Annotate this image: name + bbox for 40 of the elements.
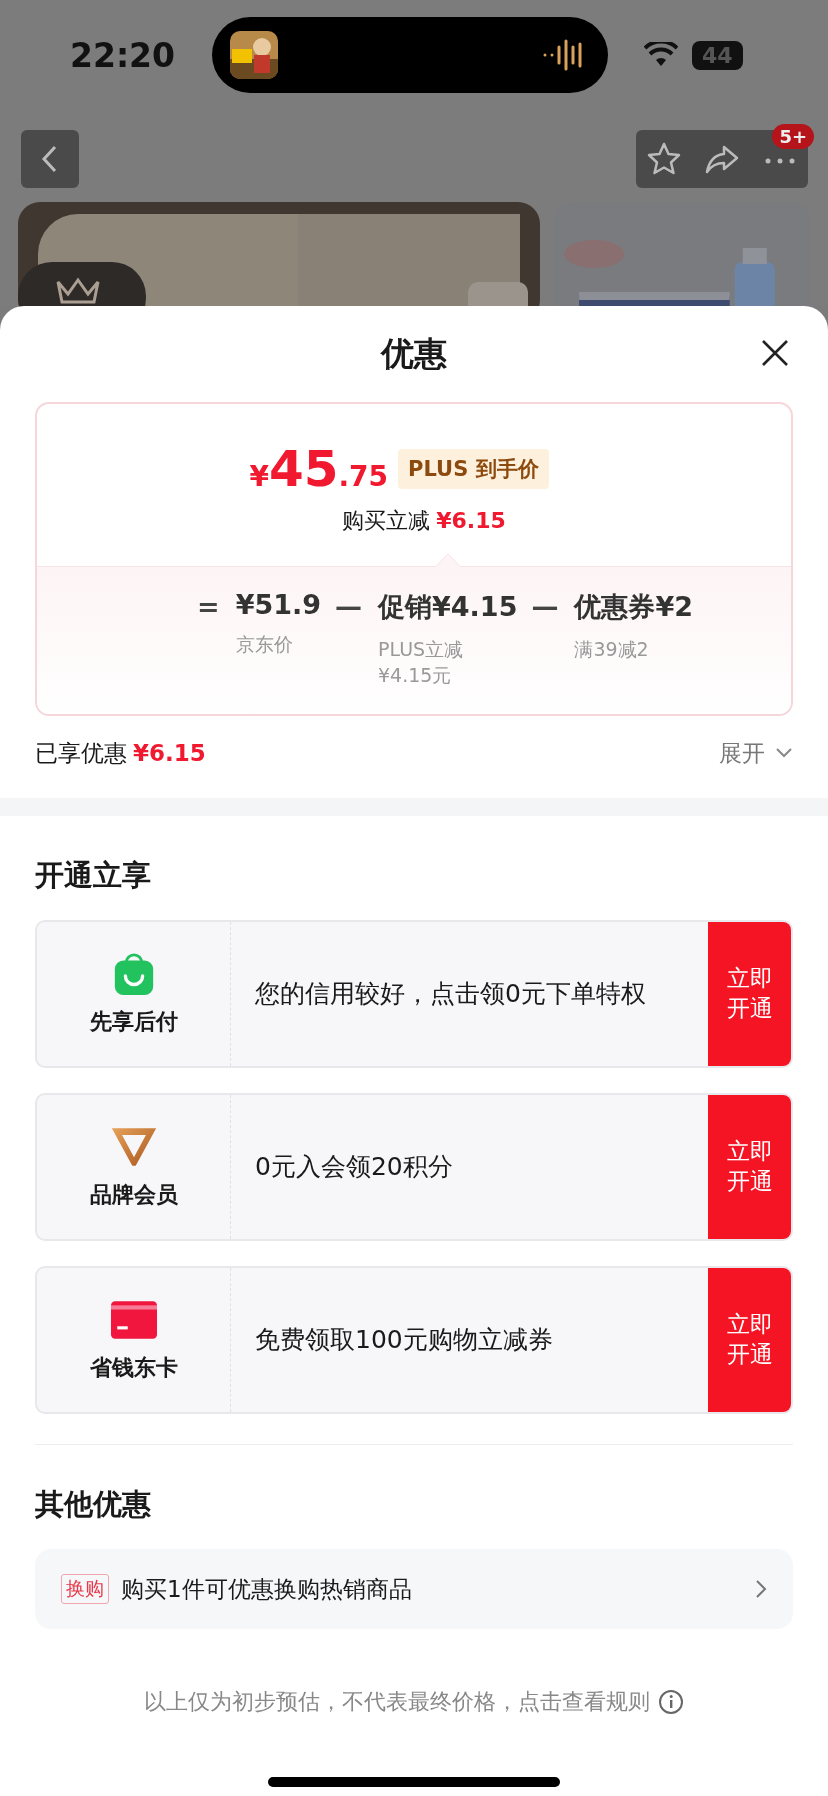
wifi-icon — [644, 42, 678, 68]
offer-description: 您的信用较好，点击领0元下单特权 — [255, 978, 646, 1011]
term-note: 京东价 — [235, 632, 294, 657]
offer-name: 先享后付 — [89, 1008, 178, 1036]
price-term: 促销¥4.15 — [378, 590, 518, 624]
offer-name: 品牌会员 — [89, 1181, 178, 1209]
term-note: 满39减2 — [574, 637, 650, 662]
activate-button[interactable]: 立即开通 — [708, 922, 791, 1066]
exchange-text: 购买1件可优惠换购热销商品 — [121, 1574, 413, 1604]
operator-sign: = — [197, 590, 220, 624]
back-button[interactable] — [21, 130, 79, 188]
enjoyed-discount: 已享优惠 ¥6.15 — [35, 738, 206, 768]
expand-toggle[interactable]: 展开 — [719, 737, 793, 769]
notification-badge: 5+ — [772, 124, 814, 149]
section-title: 开通立享 — [35, 857, 152, 894]
plus-price-tag: PLUS 到手价 — [398, 449, 549, 489]
operator-sign: — — [335, 590, 363, 624]
offer-description: 0元入会领20积分 — [255, 1151, 453, 1184]
sheet-title: 优惠 — [381, 332, 447, 375]
operator-sign: — — [531, 590, 559, 624]
offer-name: 省钱东卡 — [89, 1354, 178, 1382]
activate-button[interactable]: 立即开通 — [708, 1268, 791, 1412]
clock-time: 22:20 — [70, 35, 177, 75]
info-icon[interactable] — [658, 1689, 684, 1715]
activate-button[interactable]: 立即开通 — [708, 1095, 791, 1239]
final-price: ¥45.75 — [249, 440, 389, 498]
term-note: PLUS立减 ¥4.15元 — [378, 637, 465, 688]
star-icon[interactable] — [646, 141, 682, 177]
offer-description: 免费领取100元购物立减券 — [255, 1324, 553, 1357]
disclaimer-text[interactable]: 以上仅为初步预估，不代表最终价格，点击查看规则 — [144, 1687, 650, 1717]
chevron-down-icon — [775, 747, 793, 759]
instant-discount: 购买立减 ¥6.15 — [342, 507, 506, 535]
close-icon[interactable] — [760, 338, 790, 368]
price-term: ¥51.9 — [235, 589, 322, 620]
exchange-tag: 换购 — [61, 1574, 109, 1604]
battery-level: 44 — [692, 40, 743, 70]
chevron-right-icon — [755, 1579, 767, 1599]
exchange-row[interactable]: 换购 购买1件可优惠换购热销商品 — [35, 1549, 793, 1629]
price-term: 优惠券¥2 — [574, 590, 693, 624]
section-title: 其他优惠 — [35, 1486, 152, 1523]
